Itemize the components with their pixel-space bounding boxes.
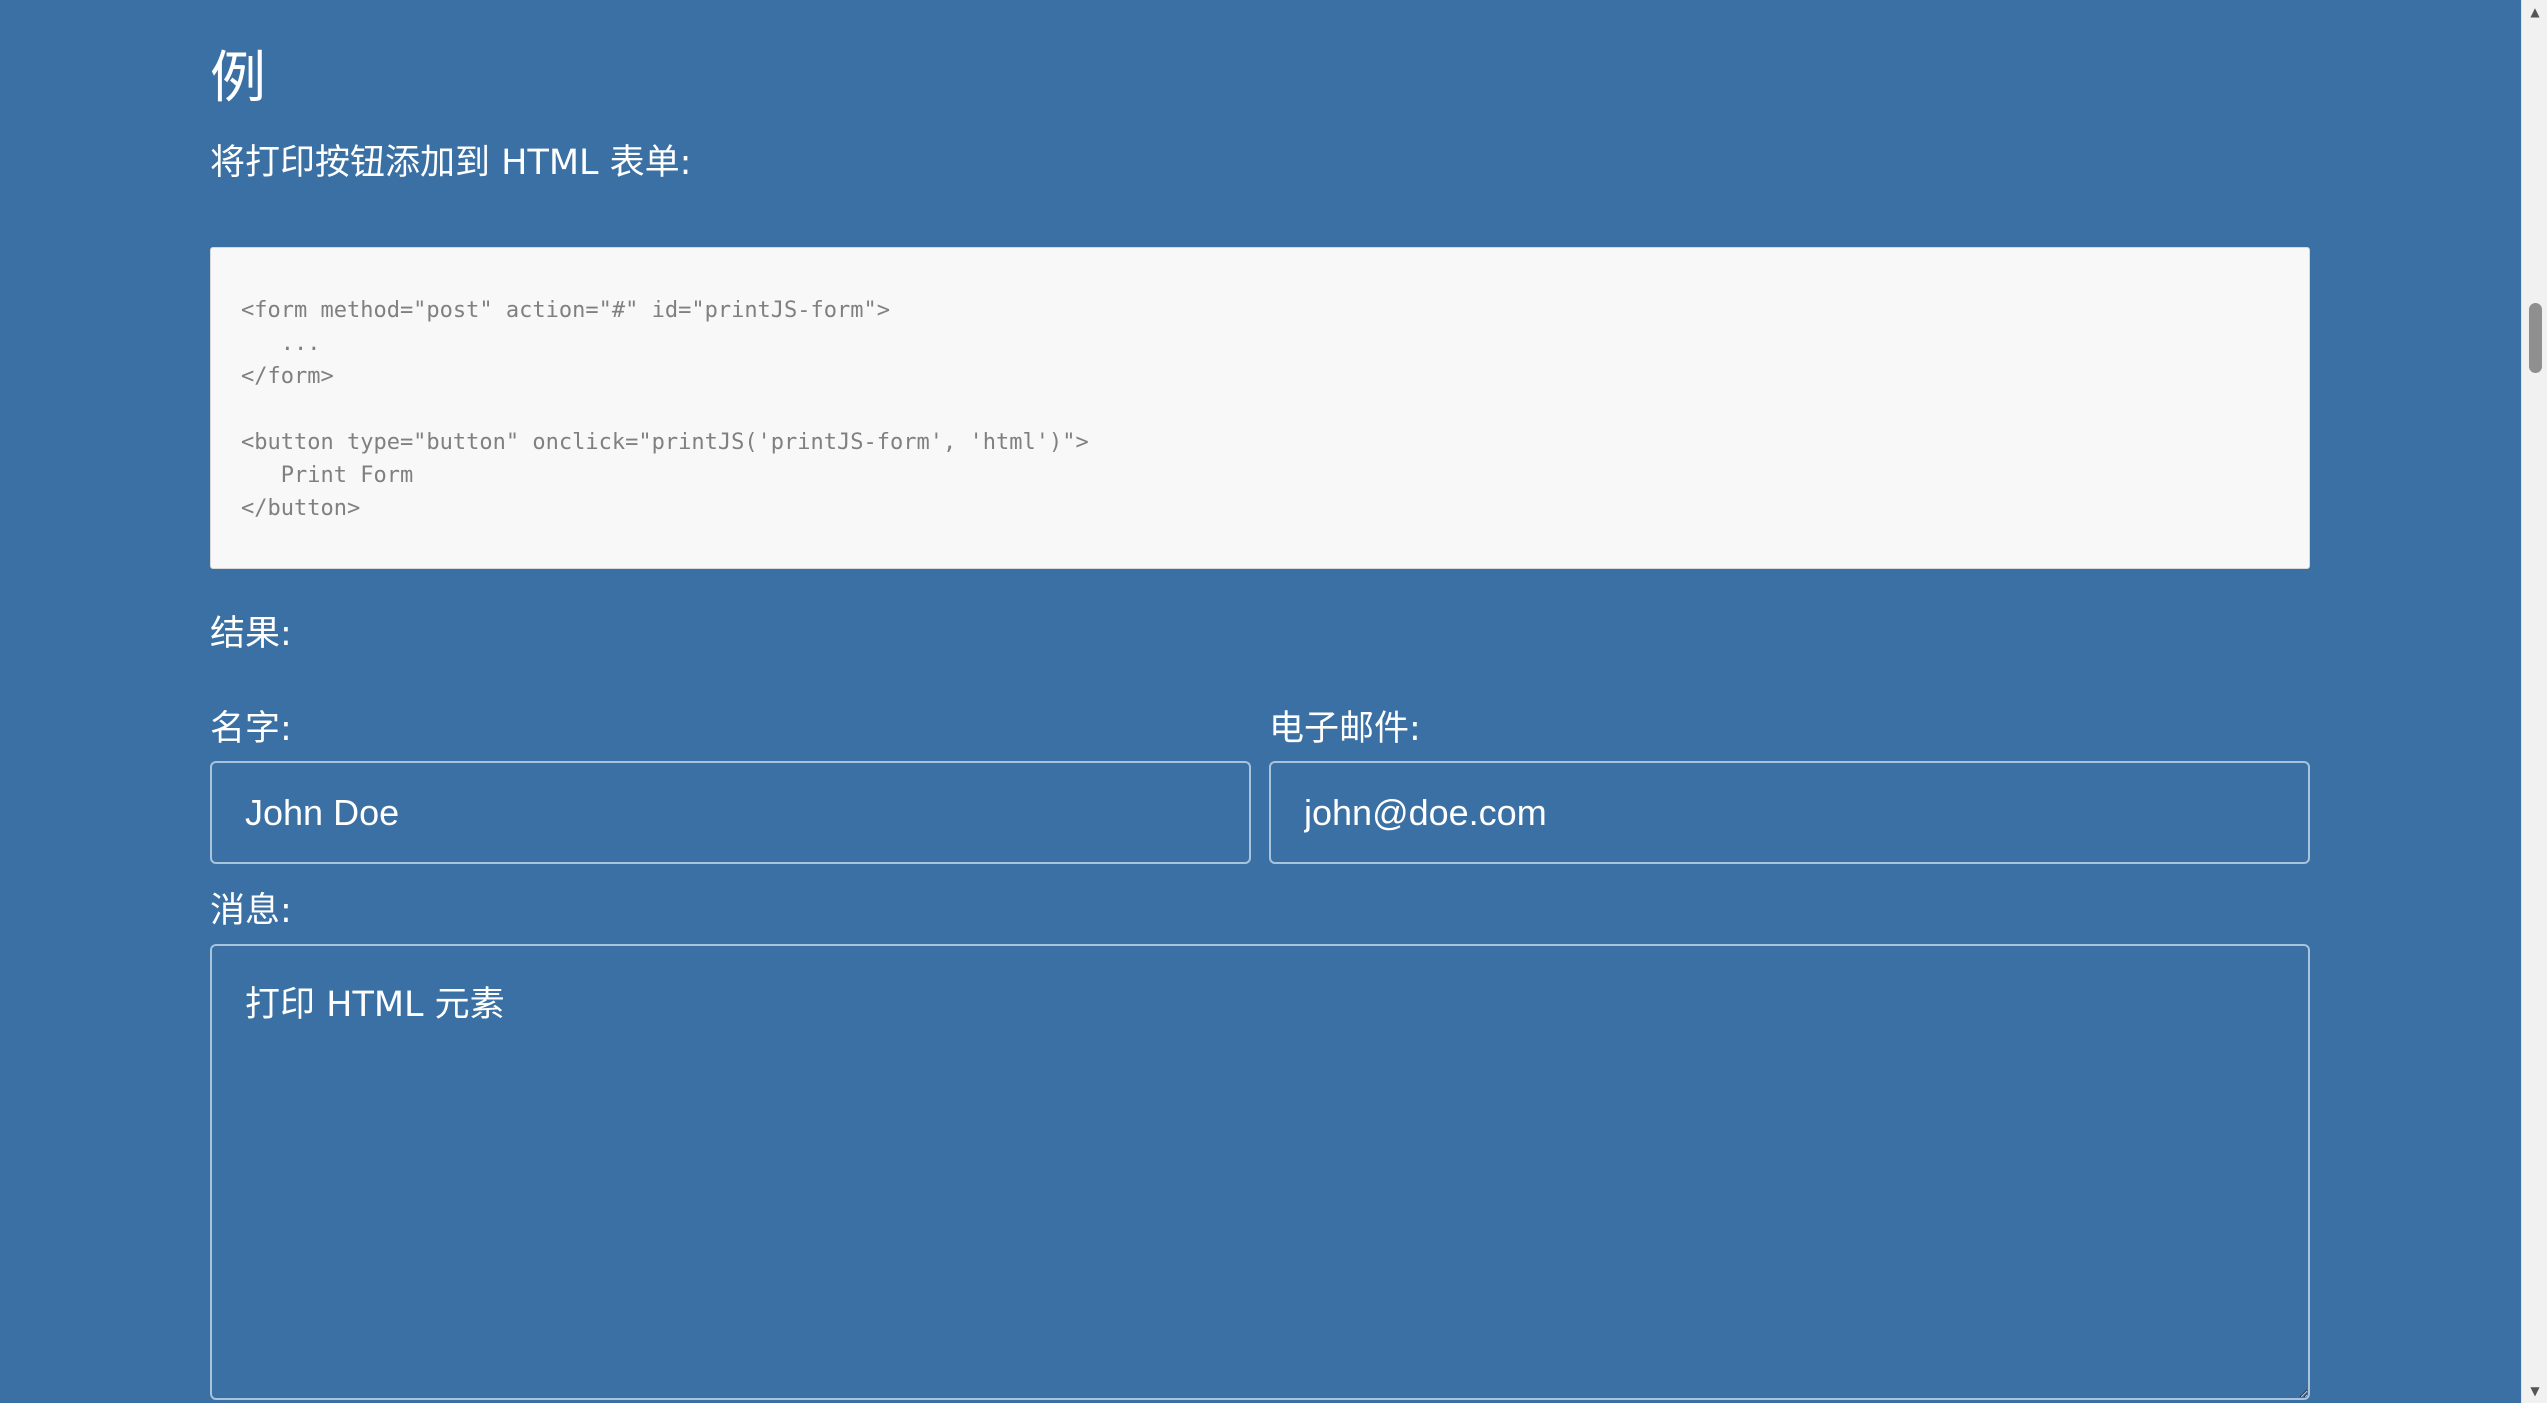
name-label: 名字: (210, 709, 292, 749)
message-textarea[interactable]: 打印 HTML 元素 (210, 944, 2310, 1400)
code-snippet: <form method="post" action="#" id="print… (241, 298, 1089, 521)
example-heading: 例 (210, 46, 266, 111)
name-input[interactable] (210, 761, 1251, 864)
scroll-down-icon[interactable]: ▼ (2522, 1381, 2547, 1401)
email-input[interactable] (1269, 761, 2310, 864)
result-label: 结果: (210, 614, 292, 654)
page-content: 例 将打印按钮添加到 HTML 表单: <form method="post" … (0, 0, 2521, 1403)
email-label: 电子邮件: (1269, 709, 1421, 749)
code-block: <form method="post" action="#" id="print… (210, 247, 2310, 569)
vertical-scrollbar[interactable]: ▲ ▼ (2521, 0, 2547, 1403)
message-label: 消息: (210, 891, 292, 931)
scroll-up-icon[interactable]: ▲ (2522, 2, 2547, 22)
example-intro: 将打印按钮添加到 HTML 表单: (210, 143, 692, 183)
scrollbar-thumb[interactable] (2529, 303, 2542, 373)
